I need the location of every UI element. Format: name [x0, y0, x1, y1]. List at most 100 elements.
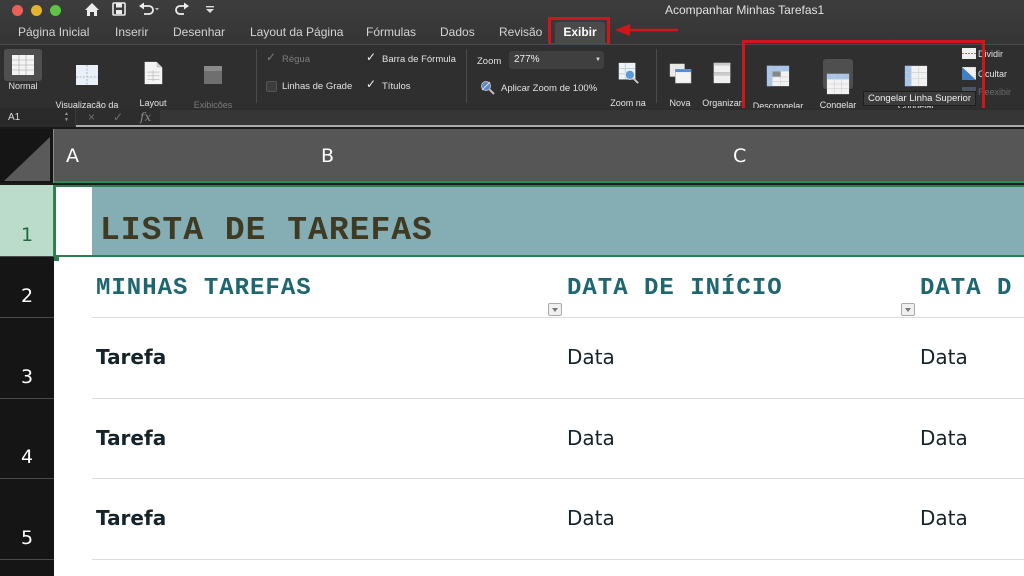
tab-formulas[interactable]: Fórmulas: [360, 22, 422, 44]
freeze-top-row-icon: [826, 73, 850, 95]
annotation-arrow-icon: [615, 24, 678, 36]
header-data-de-conclusao: DATA D: [920, 275, 1013, 302]
tab-exibir[interactable]: Exibir: [555, 22, 605, 44]
ruler-checkbox[interactable]: Régua: [266, 50, 310, 65]
split-icon: [962, 48, 976, 59]
close-window-button[interactable]: [12, 5, 23, 16]
row-header-2[interactable]: 2: [0, 257, 54, 318]
headings-label: Títulos: [382, 81, 411, 92]
magnifier-icon: [481, 81, 495, 95]
column-header-c[interactable]: C: [733, 129, 746, 183]
end-date-cell[interactable]: Data: [920, 426, 968, 450]
excel-window: Acompanhar Minhas Tarefas1 Página Inicia…: [0, 0, 1024, 576]
ribbon-tabs: Página Inicial Inserir Desenhar Layout d…: [0, 20, 1024, 44]
gridlines-checkbox[interactable]: Linhas de Grade: [266, 81, 352, 92]
arrange-all-icon: [713, 62, 731, 84]
select-all-button[interactable]: [0, 129, 54, 183]
worksheet[interactable]: LISTA DE TAREFAS MINHAS TAREFAS DATA DE …: [54, 185, 1024, 576]
filter-dropdown-button[interactable]: [548, 303, 562, 316]
row-header-label: 3: [20, 366, 34, 388]
gridlines-label: Linhas de Grade: [282, 81, 353, 92]
end-date-cell[interactable]: Data: [920, 506, 968, 530]
ruler-label: Régua: [282, 54, 310, 65]
apply-zoom-100-label: Aplicar Zoom de 100%: [501, 82, 598, 94]
formula-bar: A1 ▲ ▼ × ✓ fx: [0, 108, 1024, 127]
headings-check-icon: [366, 77, 377, 92]
formula-bar-check-icon: [366, 50, 377, 65]
tab-inserir[interactable]: Inserir: [109, 22, 154, 44]
freeze-top-row-tooltip: Congelar Linha Superior: [863, 91, 976, 106]
start-date-cell[interactable]: Data: [567, 345, 615, 369]
cancel-icon[interactable]: ×: [88, 108, 95, 127]
row-divider: [92, 398, 1024, 399]
page-break-preview-icon: [76, 65, 98, 85]
select-all-triangle-icon: [4, 137, 50, 181]
unhide-label: Reexibir: [978, 87, 1012, 97]
tab-revisao[interactable]: Revisão: [493, 22, 548, 44]
undo-icon[interactable]: [138, 2, 160, 22]
hide-label: Ocultar: [978, 68, 1008, 79]
row-header-label: 1: [20, 224, 34, 246]
chevron-down-icon: ▼: [595, 57, 601, 63]
ruler-check-icon: [266, 50, 277, 65]
tab-layout-da-pagina[interactable]: Layout da Página: [244, 22, 349, 44]
column-headers: A B C: [0, 129, 1024, 183]
ribbon-separator: [656, 49, 657, 103]
normal-view-button[interactable]: Normal: [3, 49, 43, 91]
new-window-icon: [669, 63, 692, 84]
start-date-cell[interactable]: Data: [567, 506, 615, 530]
row-header-3[interactable]: 3: [0, 318, 54, 399]
header-data-de-inicio: DATA DE INÍCIO: [567, 275, 783, 302]
column-header-b[interactable]: B: [321, 129, 334, 183]
normal-view-icon: [12, 55, 34, 75]
task-cell[interactable]: Tarefa: [96, 345, 166, 369]
name-box[interactable]: A1 ▲ ▼: [0, 108, 76, 127]
start-date-cell[interactable]: Data: [567, 426, 615, 450]
tab-pagina-inicial[interactable]: Página Inicial: [12, 22, 95, 44]
title-bar: Acompanhar Minhas Tarefas1 Página Inicia…: [0, 0, 1024, 44]
formula-bar-checkbox[interactable]: Barra de Fórmula: [366, 50, 456, 65]
fill-handle[interactable]: [54, 256, 59, 261]
task-cell[interactable]: Tarefa: [96, 506, 166, 530]
ribbon-separator: [466, 49, 467, 103]
row-header-5[interactable]: 5: [0, 479, 54, 560]
save-icon[interactable]: [112, 2, 126, 22]
maximize-window-button[interactable]: [50, 5, 61, 16]
freeze-first-column-icon: [904, 65, 928, 87]
window-title: Acompanhar Minhas Tarefas1: [665, 3, 825, 17]
header-minhas-tarefas: MINHAS TAREFAS: [96, 275, 312, 302]
task-cell[interactable]: Tarefa: [96, 426, 166, 450]
hide-icon: [962, 67, 976, 80]
row-divider: [92, 478, 1024, 479]
row-divider: [92, 559, 1024, 560]
gridlines-check-icon: [266, 81, 277, 92]
insert-function-icon[interactable]: fx: [140, 108, 151, 127]
row-header-label: 2: [20, 285, 34, 307]
row-header-4[interactable]: 4: [0, 399, 54, 479]
redo-icon[interactable]: [174, 2, 190, 22]
name-box-spinner-icon[interactable]: ▲ ▼: [64, 111, 69, 123]
split-button[interactable]: Dividir: [962, 48, 1003, 59]
enter-icon[interactable]: ✓: [113, 108, 123, 127]
ribbon-separator: [256, 49, 257, 103]
minimize-window-button[interactable]: [31, 5, 42, 16]
row-header-1[interactable]: 1: [0, 185, 54, 257]
sheet-title: LISTA DE TAREFAS: [100, 212, 433, 249]
formula-input[interactable]: [160, 110, 1024, 125]
hide-button[interactable]: Ocultar: [962, 67, 1007, 80]
home-icon[interactable]: [84, 2, 100, 22]
filter-dropdown-button[interactable]: [901, 303, 915, 316]
zoom-label: Zoom: [477, 56, 502, 67]
row-header-label: 5: [20, 527, 34, 549]
end-date-cell[interactable]: Data: [920, 345, 968, 369]
zoom-select[interactable]: 277% ▼: [509, 51, 604, 69]
column-header-a[interactable]: A: [66, 129, 79, 183]
tab-desenhar[interactable]: Desenhar: [167, 22, 231, 44]
row-divider: [92, 317, 1024, 318]
name-box-value: A1: [8, 112, 21, 123]
headings-checkbox[interactable]: Títulos: [366, 77, 411, 92]
page-layout-icon: [144, 61, 163, 85]
tab-dados[interactable]: Dados: [434, 22, 481, 44]
row-header-label: 4: [20, 446, 34, 468]
apply-zoom-100-button[interactable]: Aplicar Zoom de 100%: [480, 80, 597, 96]
